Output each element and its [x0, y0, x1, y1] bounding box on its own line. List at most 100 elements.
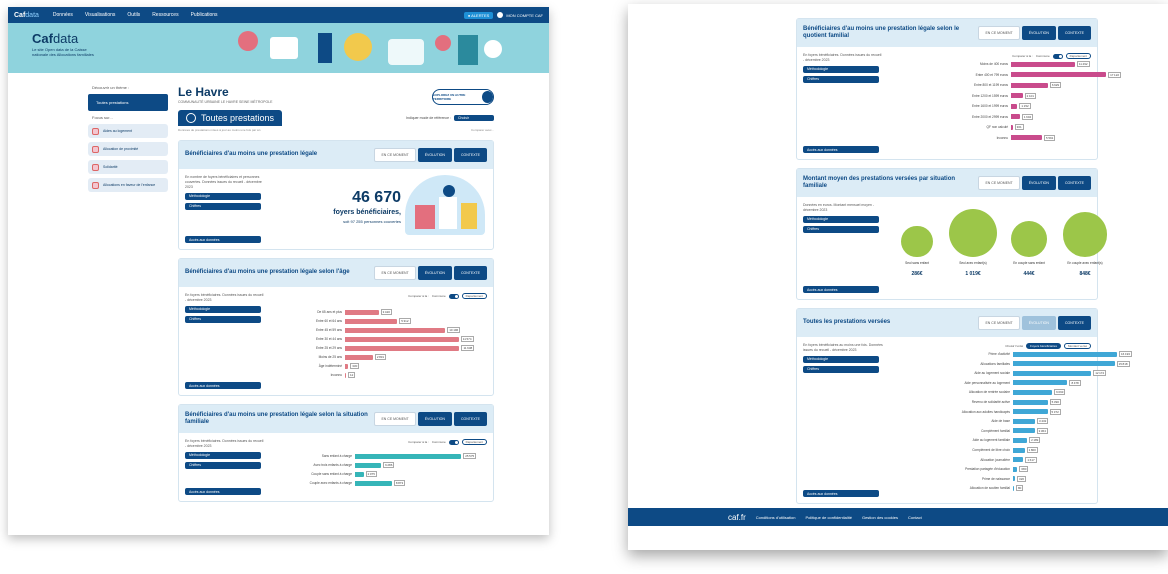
- card-title: Bénéficiaires d'au moins une prestation …: [185, 151, 318, 158]
- sidebar-item-toutes-prestations[interactable]: Toutes prestations: [88, 94, 168, 111]
- view-now-button[interactable]: EN CE MOMENT: [374, 266, 416, 280]
- footer-link[interactable]: Conditions d'utilisation: [756, 515, 796, 520]
- methodology-accordion[interactable]: Méthodologie: [803, 355, 879, 363]
- bar-value: 2 831: [374, 354, 387, 360]
- bar-label: Entre 60 et 64 ans: [315, 319, 342, 323]
- compare-toggle[interactable]: [448, 439, 459, 445]
- kpi-value: 46 670: [352, 189, 401, 206]
- compare-link[interactable]: Comparer avec...: [471, 128, 494, 132]
- cafdata-logo[interactable]: Cafdata: [14, 12, 39, 19]
- figures-accordion[interactable]: Chiffres: [185, 315, 261, 323]
- bar-value: 5 390: [1049, 399, 1061, 405]
- bar-row: Couple sans enfant à charge 2 075: [269, 471, 377, 477]
- footer-link[interactable]: Contact: [908, 515, 922, 520]
- reference-select[interactable]: Choisir: [454, 115, 494, 121]
- bar: [1013, 418, 1036, 424]
- chip-foyers[interactable]: Foyers bénéficiaires: [1026, 343, 1061, 349]
- account-button[interactable]: MON COMPTE CAF: [497, 12, 543, 18]
- bar: [1013, 485, 1014, 491]
- nav-ressources[interactable]: Ressources: [152, 12, 178, 18]
- compare-legend: Comparer à la : Commune Département: [408, 439, 487, 445]
- sidebar-item-solidarite[interactable]: Solidarité: [88, 160, 168, 174]
- user-icon: [497, 12, 504, 18]
- view-now-button[interactable]: EN CE MOMENT: [978, 316, 1020, 330]
- data-access-button[interactable]: Accès aux données: [185, 236, 261, 243]
- bar-row: Aide de base 3 432: [917, 418, 1049, 425]
- nav-visualisations[interactable]: Visualisations: [85, 12, 115, 18]
- view-context-button[interactable]: CONTEXTE: [453, 148, 487, 162]
- sidebar-item-logement[interactable]: Aides au logement: [88, 124, 168, 138]
- bar: [345, 345, 460, 351]
- bar-value: 10 196: [447, 327, 461, 333]
- view-evolution-button[interactable]: ÉVOLUTION: [417, 148, 452, 162]
- bar-value: 6 286: [383, 462, 395, 468]
- figures-accordion[interactable]: Chiffres: [803, 365, 879, 373]
- view-context-button[interactable]: CONTEXTE: [1057, 316, 1091, 330]
- methodology-accordion[interactable]: Méthodologie: [185, 305, 261, 313]
- view-now-button[interactable]: EN CE MOMENT: [374, 148, 416, 162]
- bar: [355, 471, 364, 477]
- footer-link[interactable]: Politique de confidentialité: [805, 515, 851, 520]
- data-access-button[interactable]: Accès aux données: [803, 146, 879, 153]
- bubble-label: Seul sans enfant: [905, 261, 929, 265]
- bar: [1011, 103, 1018, 109]
- data-access-button[interactable]: Accès aux données: [185, 382, 261, 389]
- tab-toutes-prestations[interactable]: Toutes prestations: [178, 110, 283, 126]
- bar-row: Allocation de soutien familial 80: [917, 485, 1024, 492]
- methodology-accordion[interactable]: Méthodologie: [185, 451, 261, 459]
- view-context-button[interactable]: CONTEXTE: [1057, 176, 1091, 190]
- hero-banner: Cafdata Le site Open data de la Caisse n…: [8, 23, 549, 73]
- view-context-button[interactable]: CONTEXTE: [1057, 26, 1091, 40]
- data-access-button[interactable]: Accès aux données: [185, 488, 261, 495]
- view-now-button[interactable]: EN CE MOMENT: [978, 176, 1020, 190]
- view-evolution-button[interactable]: ÉVOLUTION: [1021, 316, 1056, 330]
- view-now-button[interactable]: EN CE MOMENT: [978, 26, 1020, 40]
- figures-accordion[interactable]: Chiffres: [185, 202, 261, 210]
- compare-toggle[interactable]: [448, 293, 459, 299]
- view-evolution-button[interactable]: ÉVOLUTION: [1021, 176, 1056, 190]
- sidebar-item-enfance[interactable]: Allocations en faveur de l'enfance: [88, 178, 168, 192]
- bar-label: Allocation aux adultes handicapés: [961, 409, 1010, 414]
- bar: [1013, 437, 1028, 443]
- bar: [1013, 447, 1025, 453]
- heart-icon: [92, 163, 99, 171]
- bar-row: Aide personnalisée au logement 8 478: [917, 379, 1081, 386]
- bar-value: 2 189: [1029, 437, 1041, 444]
- explore-territory-button[interactable]: EXPLOREZ UN AUTRE TERRITOIRE: [432, 89, 494, 105]
- footer-link[interactable]: Gestion des cookies: [862, 515, 898, 520]
- bar-value: 16 193: [1119, 351, 1132, 357]
- figures-accordion[interactable]: Chiffres: [803, 225, 879, 233]
- view-context-button[interactable]: CONTEXTE: [453, 412, 487, 426]
- compare-toggle[interactable]: [1052, 53, 1063, 59]
- view-evolution-button[interactable]: ÉVOLUTION: [417, 412, 452, 426]
- view-evolution-button[interactable]: ÉVOLUTION: [1021, 26, 1056, 40]
- methodology-accordion[interactable]: Méthodologie: [185, 192, 261, 200]
- bar-value: 1 604: [1021, 113, 1034, 120]
- figures-accordion[interactable]: Chiffres: [185, 461, 261, 469]
- bar: [1013, 389, 1053, 395]
- view-evolution-button[interactable]: ÉVOLUTION: [417, 266, 452, 280]
- view-switcher: EN CE MOMENT ÉVOLUTION CONTEXTE: [374, 412, 487, 426]
- nav-donnees[interactable]: Données: [53, 12, 73, 18]
- methodology-accordion[interactable]: Méthodologie: [803, 65, 879, 73]
- view-switcher: EN CE MOMENT ÉVOLUTION CONTEXTE: [978, 316, 1091, 330]
- bar-row: Moins de 400 euros 11 492: [927, 61, 1090, 67]
- data-access-button[interactable]: Accès aux données: [803, 490, 879, 497]
- alerts-button[interactable]: ● ALERTES: [463, 11, 494, 19]
- bar-label: De 65 ans et plus: [317, 310, 342, 314]
- card-toutes-prestations: Toutes les prestations versées EN CE MOM…: [796, 308, 1132, 504]
- bar: [1011, 114, 1020, 119]
- methodology-accordion[interactable]: Méthodologie: [803, 215, 879, 223]
- caf-footer-logo[interactable]: caf.fr: [728, 513, 746, 522]
- bar-label: Revenu de solidarité active: [971, 400, 1010, 404]
- chip-montant[interactable]: Montant versé: [1063, 343, 1091, 349]
- figures-accordion[interactable]: Chiffres: [803, 75, 879, 83]
- view-context-button[interactable]: CONTEXTE: [453, 266, 487, 280]
- bar-label: Aide au logement sociale: [974, 371, 1010, 376]
- nav-publications[interactable]: Publications: [191, 12, 218, 18]
- sidebar-item-proximite[interactable]: Allocation de proximité: [88, 142, 168, 156]
- data-access-button[interactable]: Accès aux données: [803, 286, 879, 293]
- card-meta: En nombre de foyers bénéficiaires et per…: [185, 175, 262, 189]
- nav-outils[interactable]: Outils: [127, 12, 140, 18]
- view-now-button[interactable]: EN CE MOMENT: [374, 412, 416, 426]
